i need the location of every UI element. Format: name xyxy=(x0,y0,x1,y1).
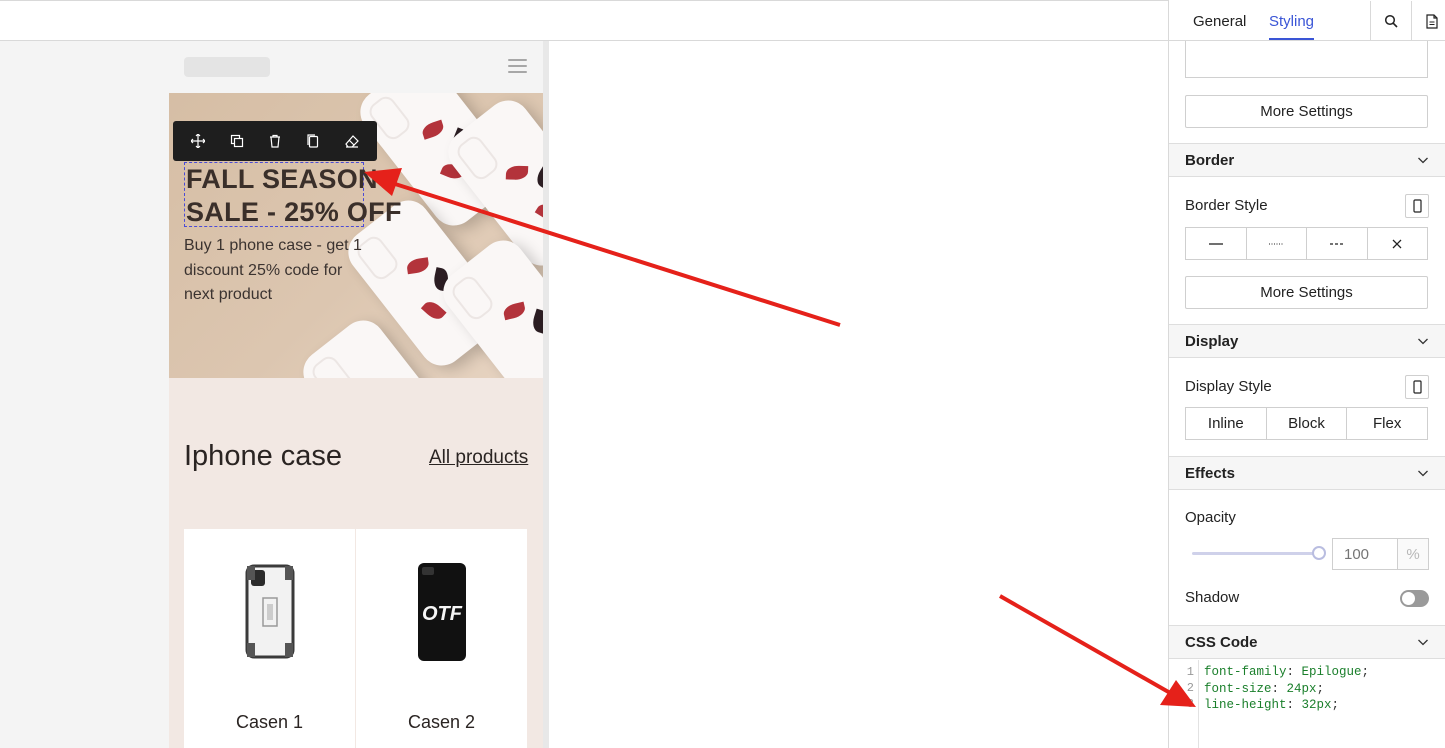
document-icon xyxy=(1426,13,1438,29)
more-settings-button[interactable]: More Settings xyxy=(1185,95,1428,128)
preview-header xyxy=(169,41,543,93)
border-none-option[interactable] xyxy=(1368,228,1428,259)
svg-text:OTF: OTF xyxy=(422,603,463,625)
product-card[interactable]: OTF Casen 2 xyxy=(356,529,527,748)
border-dashed-option[interactable] xyxy=(1307,228,1368,259)
hero-description[interactable]: Buy 1 phone case - get 1 discount 25% co… xyxy=(184,234,364,308)
display-flex-option[interactable]: Flex xyxy=(1347,408,1427,439)
opacity-label: Opacity xyxy=(1185,509,1236,526)
all-products-link[interactable]: All products xyxy=(429,447,528,469)
display-style-label: Display Style xyxy=(1185,378,1272,395)
mobile-device-icon xyxy=(1412,199,1422,213)
display-block-option[interactable]: Block xyxy=(1267,408,1348,439)
copy-icon[interactable] xyxy=(300,128,326,154)
page-settings-button[interactable] xyxy=(1411,1,1445,41)
display-style-options: Inline Block Flex xyxy=(1185,407,1428,440)
code-line: font-family: Epilogue; xyxy=(1204,665,1370,679)
responsive-device-button[interactable] xyxy=(1405,194,1429,218)
display-inline-option[interactable]: Inline xyxy=(1186,408,1267,439)
tab-styling[interactable]: Styling xyxy=(1269,13,1314,30)
hero-title[interactable]: FALL SEASON SALE - 25% OFF xyxy=(184,162,402,227)
shadow-toggle[interactable] xyxy=(1400,590,1429,607)
close-icon xyxy=(1392,239,1402,248)
solid-line-icon xyxy=(1208,242,1223,245)
section-label: Border xyxy=(1185,152,1235,169)
effects-section-header[interactable]: Effects xyxy=(1169,456,1445,490)
tab-general[interactable]: General xyxy=(1193,13,1246,30)
opacity-slider-handle[interactable] xyxy=(1312,546,1326,560)
product-name: Casen 2 xyxy=(407,712,476,732)
section-label: CSS Code xyxy=(1185,634,1258,651)
mobile-device-icon xyxy=(1412,380,1422,394)
canvas-empty-area xyxy=(549,41,1168,748)
hero-description-line: Buy 1 phone case - get 1 xyxy=(184,237,362,254)
move-icon[interactable] xyxy=(185,128,211,154)
product-card[interactable]: Casen 1 xyxy=(184,529,355,748)
section-label: Display xyxy=(1185,333,1239,350)
border-more-settings-button[interactable]: More Settings xyxy=(1185,276,1428,309)
chevron-down-icon xyxy=(1418,157,1428,164)
search-icon xyxy=(1384,14,1398,28)
dashed-line-icon xyxy=(1329,242,1344,245)
code-lines: font-family: Epilogue; font-size: 24px; … xyxy=(1204,664,1369,714)
shadow-label: Shadow xyxy=(1185,589,1240,606)
duplicate-icon[interactable] xyxy=(224,128,250,154)
opacity-input[interactable] xyxy=(1332,538,1398,570)
chevron-down-icon xyxy=(1418,470,1428,477)
hero-description-line: discount 25% code for xyxy=(184,261,343,279)
black-otf-phone-case-icon: OTF xyxy=(418,563,466,661)
hero-title-line-1: FALL SEASON xyxy=(186,164,378,194)
css-code-editor[interactable]: 1 2 3 font-family: Epilogue; font-size: … xyxy=(1169,660,1445,748)
section-title: Iphone case xyxy=(184,440,343,472)
chevron-down-icon xyxy=(1418,639,1428,646)
active-tab-indicator xyxy=(1269,38,1314,40)
chevron-down-icon xyxy=(1418,338,1428,345)
opacity-unit: % xyxy=(1398,538,1429,570)
element-toolbar xyxy=(173,121,377,161)
hero-title-line-2: SALE - 25% OFF xyxy=(186,197,402,227)
dotted-line-icon xyxy=(1269,243,1284,244)
opacity-slider-track[interactable] xyxy=(1192,552,1318,555)
code-line: line-height: 32px; xyxy=(1204,698,1340,712)
line-number: 2 xyxy=(1186,681,1194,695)
border-section-header[interactable]: Border xyxy=(1169,143,1445,177)
text-area-field[interactable] xyxy=(1185,41,1428,78)
css-code-section-header[interactable]: CSS Code xyxy=(1169,625,1445,659)
border-dotted-option[interactable] xyxy=(1247,228,1307,259)
code-line: font-size: 24px; xyxy=(1204,681,1325,696)
section-label: Effects xyxy=(1185,465,1236,482)
line-number: 3 xyxy=(1186,697,1194,711)
white-rugged-phone-case-icon xyxy=(245,564,295,659)
product-name: Casen 1 xyxy=(235,712,304,732)
display-section-header[interactable]: Display xyxy=(1169,324,1445,358)
responsive-device-button[interactable] xyxy=(1405,375,1429,399)
eraser-icon[interactable] xyxy=(339,128,365,154)
hamburger-menu-icon[interactable] xyxy=(508,59,527,74)
logo-placeholder xyxy=(184,57,270,77)
line-number-gutter: 1 2 3 xyxy=(1169,660,1199,748)
search-button[interactable] xyxy=(1370,1,1411,41)
border-style-options xyxy=(1185,227,1428,260)
border-solid-option[interactable] xyxy=(1186,228,1247,259)
border-style-label: Border Style xyxy=(1185,197,1268,214)
settings-panel: General Styling More Settings Border Bor… xyxy=(1168,0,1445,748)
delete-icon[interactable] xyxy=(262,128,288,154)
line-number: 1 xyxy=(1186,665,1194,679)
panel-tabs: General Styling xyxy=(1169,1,1445,41)
hero-description-line: next product xyxy=(184,286,273,303)
